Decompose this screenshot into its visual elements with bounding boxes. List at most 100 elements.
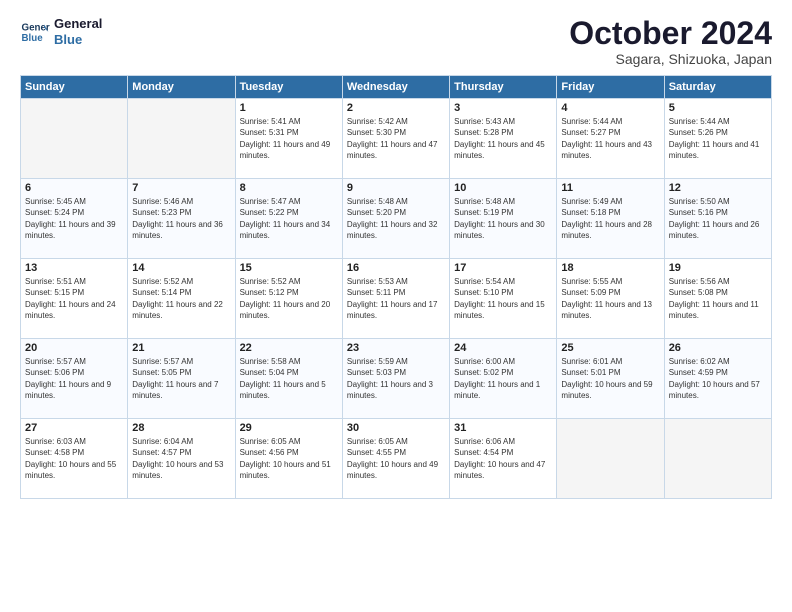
weekday-header-friday: Friday — [557, 76, 664, 99]
day-number: 5 — [669, 102, 767, 114]
calendar-cell-14: 14 Sunrise: 5:52 AMSunset: 5:14 PMDayligh… — [128, 259, 235, 339]
day-info: Sunrise: 5:53 AMSunset: 5:11 PMDaylight:… — [347, 276, 445, 321]
day-info: Sunrise: 5:59 AMSunset: 5:03 PMDaylight:… — [347, 356, 445, 401]
calendar-cell-2: 2 Sunrise: 5:42 AMSunset: 5:30 PMDaylight… — [342, 99, 449, 179]
day-info: Sunrise: 6:06 AMSunset: 4:54 PMDaylight:… — [454, 436, 552, 481]
day-number: 11 — [561, 182, 659, 194]
week-row-5: 27 Sunrise: 6:03 AMSunset: 4:58 PMDayligh… — [21, 419, 772, 499]
calendar-cell-15: 15 Sunrise: 5:52 AMSunset: 5:12 PMDayligh… — [235, 259, 342, 339]
weekday-header-saturday: Saturday — [664, 76, 771, 99]
calendar-cell-26: 26Sunrise: 6:02 AMSunset: 4:59 PMDayligh… — [664, 339, 771, 419]
logo: General Blue General Blue — [20, 16, 102, 47]
calendar-cell-8: 8 Sunrise: 5:47 AMSunset: 5:22 PMDaylight… — [235, 179, 342, 259]
day-info: Sunrise: 6:03 AMSunset: 4:58 PMDaylight:… — [25, 436, 123, 481]
calendar-cell-19: 19Sunrise: 5:56 AMSunset: 5:08 PMDayligh… — [664, 259, 771, 339]
calendar-cell-10: 10 Sunrise: 5:48 AMSunset: 5:19 PMDayligh… — [450, 179, 557, 259]
calendar-cell-7: 7Sunrise: 5:46 AMSunset: 5:23 PMDaylight… — [128, 179, 235, 259]
calendar-header: General Blue General Blue October 2024 S… — [20, 16, 772, 67]
day-number: 4 — [561, 102, 659, 114]
day-number: 9 — [347, 182, 445, 194]
day-number: 1 — [240, 102, 338, 114]
calendar-cell-18: 18Sunrise: 5:55 AMSunset: 5:09 PMDayligh… — [557, 259, 664, 339]
day-info: Sunrise: 5:49 AMSunset: 5:18 PMDaylight:… — [561, 196, 659, 241]
day-number: 26 — [669, 342, 767, 354]
day-number: 24 — [454, 342, 552, 354]
day-info: Sunrise: 6:00 AMSunset: 5:02 PMDaylight:… — [454, 356, 552, 401]
day-info: Sunrise: 5:52 AMSunset: 5:14 PMDaylight:… — [132, 276, 230, 321]
day-number: 8 — [240, 182, 338, 194]
day-number: 14 — [132, 262, 230, 274]
day-info: Sunrise: 6:04 AMSunset: 4:57 PMDaylight:… — [132, 436, 230, 481]
day-number: 16 — [347, 262, 445, 274]
calendar-cell-4: 4 Sunrise: 5:44 AMSunset: 5:27 PMDaylight… — [557, 99, 664, 179]
weekday-header-sunday: Sunday — [21, 76, 128, 99]
day-number: 21 — [132, 342, 230, 354]
calendar-cell-3: 3 Sunrise: 5:43 AMSunset: 5:28 PMDaylight… — [450, 99, 557, 179]
calendar-cell-28: 28 Sunrise: 6:04 AMSunset: 4:57 PMDayligh… — [128, 419, 235, 499]
day-info: Sunrise: 5:58 AMSunset: 5:04 PMDaylight:… — [240, 356, 338, 401]
calendar-cell-9: 9Sunrise: 5:48 AMSunset: 5:20 PMDaylight… — [342, 179, 449, 259]
day-number: 20 — [25, 342, 123, 354]
calendar-cell-29: 29 Sunrise: 6:05 AMSunset: 4:56 PMDayligh… — [235, 419, 342, 499]
calendar-cell-21: 21 Sunrise: 5:57 AMSunset: 5:05 PMDayligh… — [128, 339, 235, 419]
day-info: Sunrise: 5:42 AMSunset: 5:30 PMDaylight:… — [347, 116, 445, 161]
day-number: 3 — [454, 102, 552, 114]
day-info: Sunrise: 5:54 AMSunset: 5:10 PMDaylight:… — [454, 276, 552, 321]
calendar-cell-5: 5 Sunrise: 5:44 AMSunset: 5:26 PMDaylight… — [664, 99, 771, 179]
title-block: October 2024 Sagara, Shizuoka, Japan — [569, 16, 772, 67]
calendar-table: SundayMondayTuesdayWednesdayThursdayFrid… — [20, 75, 772, 499]
day-info: Sunrise: 6:05 AMSunset: 4:55 PMDaylight:… — [347, 436, 445, 481]
day-info: Sunrise: 5:52 AMSunset: 5:12 PMDaylight:… — [240, 276, 338, 321]
weekday-header-wednesday: Wednesday — [342, 76, 449, 99]
svg-text:Blue: Blue — [22, 33, 44, 44]
calendar-cell-empty — [128, 99, 235, 179]
day-info: Sunrise: 5:44 AMSunset: 5:26 PMDaylight:… — [669, 116, 767, 161]
day-number: 28 — [132, 422, 230, 434]
day-number: 2 — [347, 102, 445, 114]
calendar-cell-empty — [664, 419, 771, 499]
day-number: 27 — [25, 422, 123, 434]
calendar-cell-16: 16 Sunrise: 5:53 AMSunset: 5:11 PMDayligh… — [342, 259, 449, 339]
calendar-container: General Blue General Blue October 2024 S… — [0, 0, 792, 612]
calendar-cell-11: 11 Sunrise: 5:49 AMSunset: 5:18 PMDayligh… — [557, 179, 664, 259]
day-info: Sunrise: 5:43 AMSunset: 5:28 PMDaylight:… — [454, 116, 552, 161]
location: Sagara, Shizuoka, Japan — [569, 51, 772, 67]
day-info: Sunrise: 5:41 AMSunset: 5:31 PMDaylight:… — [240, 116, 338, 161]
calendar-cell-6: 6 Sunrise: 5:45 AMSunset: 5:24 PMDaylight… — [21, 179, 128, 259]
calendar-cell-22: 22 Sunrise: 5:58 AMSunset: 5:04 PMDayligh… — [235, 339, 342, 419]
day-info: Sunrise: 6:05 AMSunset: 4:56 PMDaylight:… — [240, 436, 338, 481]
day-number: 22 — [240, 342, 338, 354]
day-info: Sunrise: 5:57 AMSunset: 5:05 PMDaylight:… — [132, 356, 230, 401]
calendar-cell-30: 30Sunrise: 6:05 AMSunset: 4:55 PMDayligh… — [342, 419, 449, 499]
week-row-2: 6 Sunrise: 5:45 AMSunset: 5:24 PMDaylight… — [21, 179, 772, 259]
day-info: Sunrise: 5:48 AMSunset: 5:19 PMDaylight:… — [454, 196, 552, 241]
weekday-header-tuesday: Tuesday — [235, 76, 342, 99]
day-number: 17 — [454, 262, 552, 274]
week-row-3: 13Sunrise: 5:51 AMSunset: 5:15 PMDayligh… — [21, 259, 772, 339]
week-row-4: 20 Sunrise: 5:57 AMSunset: 5:06 PMDayligh… — [21, 339, 772, 419]
calendar-cell-20: 20 Sunrise: 5:57 AMSunset: 5:06 PMDayligh… — [21, 339, 128, 419]
day-number: 29 — [240, 422, 338, 434]
day-info: Sunrise: 5:44 AMSunset: 5:27 PMDaylight:… — [561, 116, 659, 161]
calendar-cell-25: 25Sunrise: 6:01 AMSunset: 5:01 PMDayligh… — [557, 339, 664, 419]
day-number: 6 — [25, 182, 123, 194]
day-info: Sunrise: 5:45 AMSunset: 5:24 PMDaylight:… — [25, 196, 123, 241]
calendar-cell-12: 12Sunrise: 5:50 AMSunset: 5:16 PMDayligh… — [664, 179, 771, 259]
weekday-header-thursday: Thursday — [450, 76, 557, 99]
month-title: October 2024 — [569, 16, 772, 51]
day-number: 15 — [240, 262, 338, 274]
day-info: Sunrise: 5:46 AMSunset: 5:23 PMDaylight:… — [132, 196, 230, 241]
day-info: Sunrise: 6:01 AMSunset: 5:01 PMDaylight:… — [561, 356, 659, 401]
weekday-header-row: SundayMondayTuesdayWednesdayThursdayFrid… — [21, 76, 772, 99]
calendar-cell-1: 1 Sunrise: 5:41 AMSunset: 5:31 PMDaylight… — [235, 99, 342, 179]
day-info: Sunrise: 5:51 AMSunset: 5:15 PMDaylight:… — [25, 276, 123, 321]
day-info: Sunrise: 5:57 AMSunset: 5:06 PMDaylight:… — [25, 356, 123, 401]
day-info: Sunrise: 5:50 AMSunset: 5:16 PMDaylight:… — [669, 196, 767, 241]
day-info: Sunrise: 5:55 AMSunset: 5:09 PMDaylight:… — [561, 276, 659, 321]
day-number: 31 — [454, 422, 552, 434]
day-number: 10 — [454, 182, 552, 194]
calendar-cell-empty — [557, 419, 664, 499]
day-info: Sunrise: 5:47 AMSunset: 5:22 PMDaylight:… — [240, 196, 338, 241]
calendar-cell-23: 23Sunrise: 5:59 AMSunset: 5:03 PMDayligh… — [342, 339, 449, 419]
logo-text-line1: General — [54, 16, 102, 32]
